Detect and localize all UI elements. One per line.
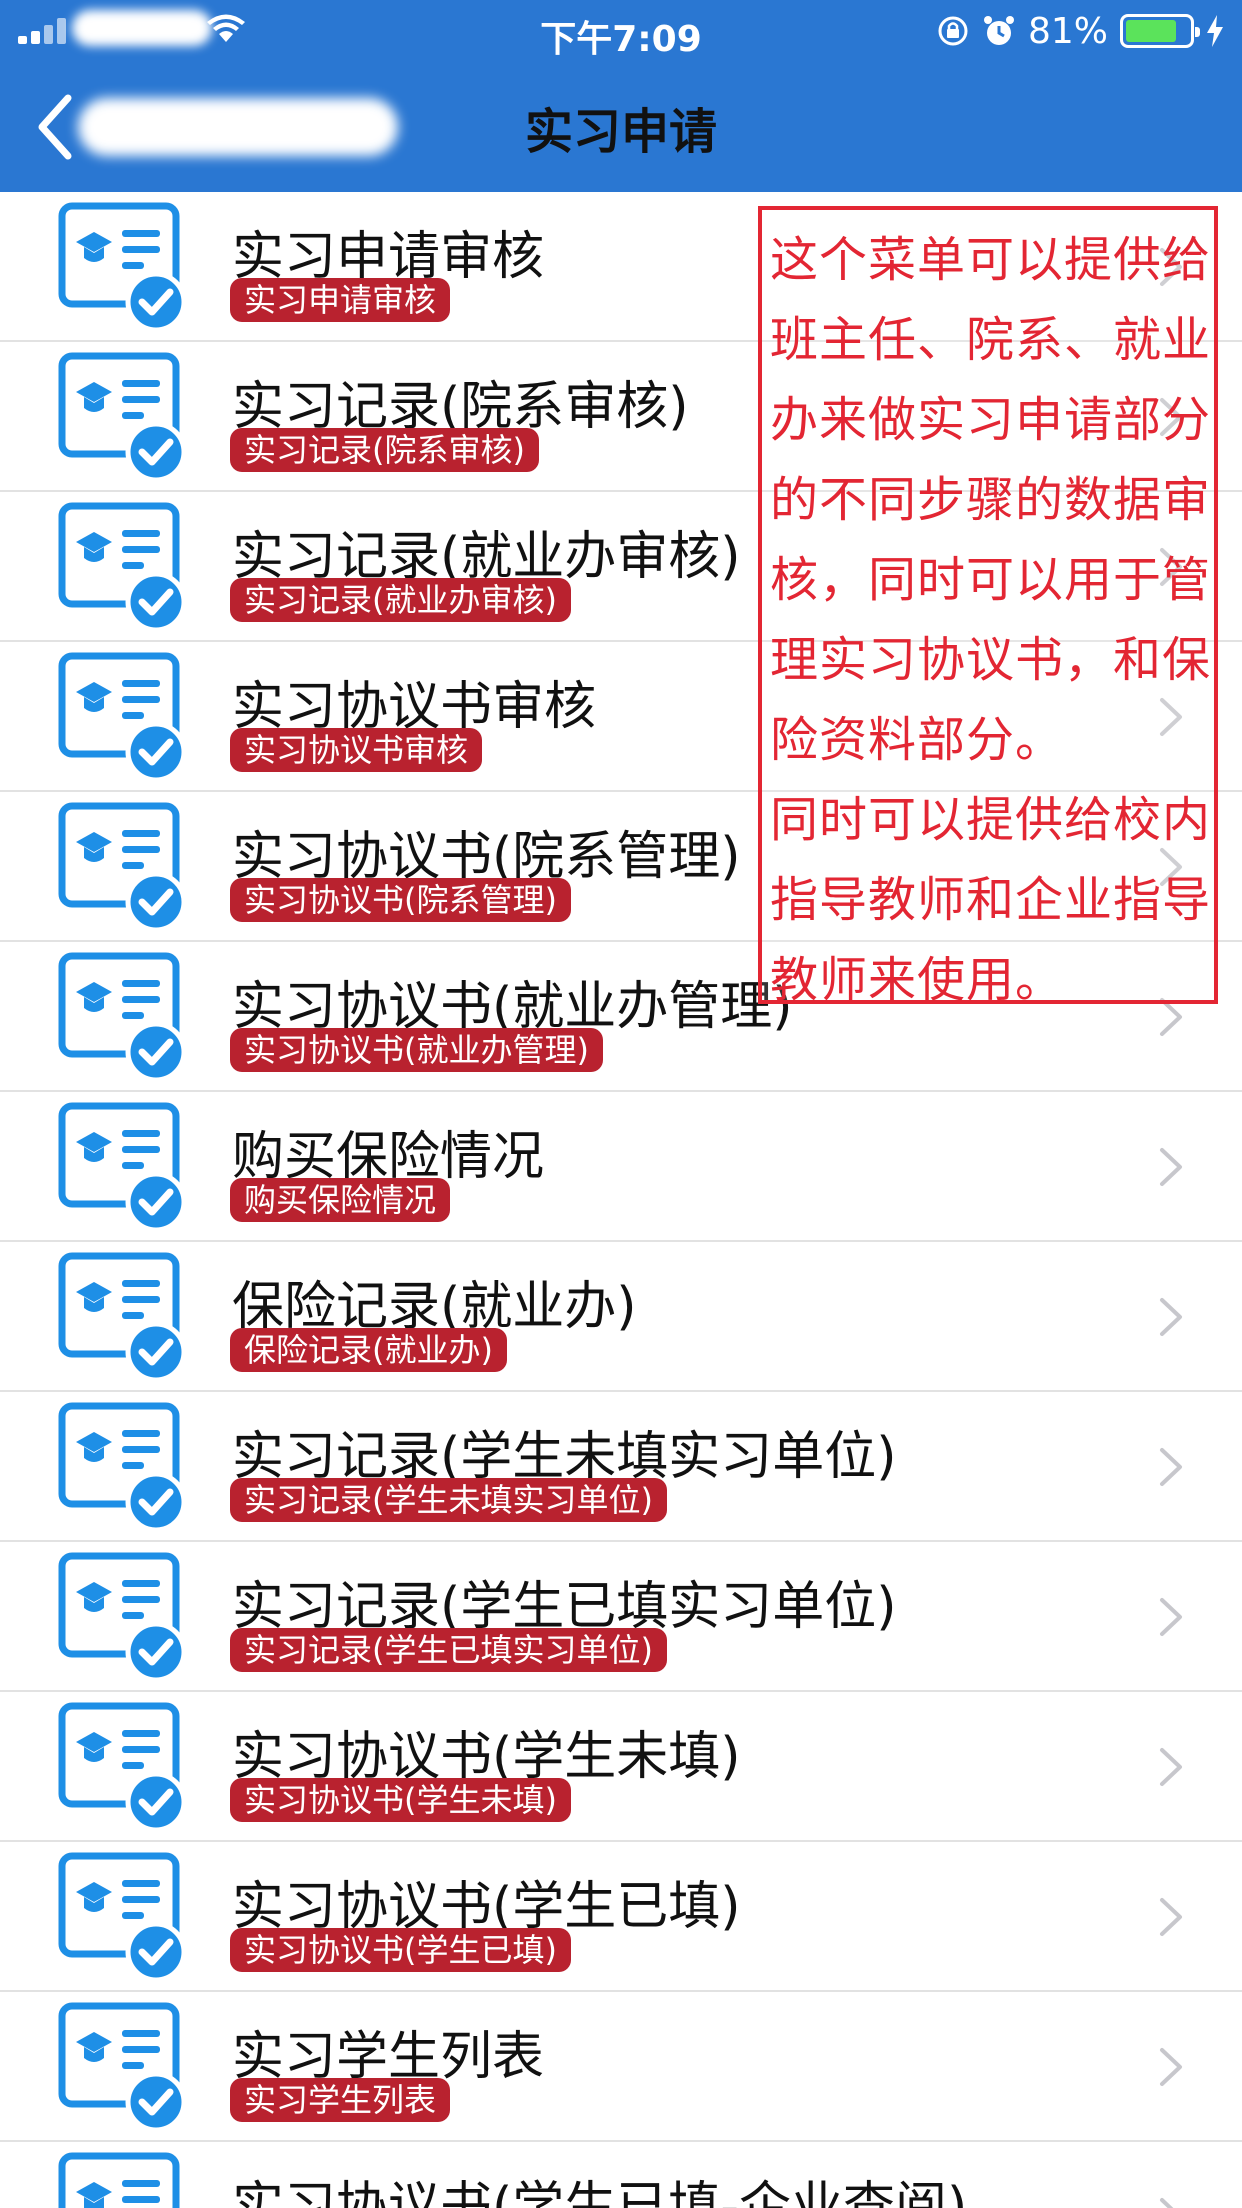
chevron-right-icon: [1160, 2048, 1182, 2086]
menu-item-title: 实习协议书(学生已填-企业查阅): [232, 2177, 968, 2208]
certificate-check-icon: [56, 2000, 190, 2134]
certificate-check-icon: [56, 1250, 190, 1384]
rotation-lock-icon: [938, 16, 968, 46]
menu-item-badge: 实习协议书(学生未填): [230, 1778, 571, 1822]
certificate-check-icon: [56, 1400, 190, 1534]
chevron-right-icon: [1160, 1598, 1182, 1636]
header: 下午7:09 81% 实习申请: [0, 0, 1242, 192]
chevron-right-icon: [1160, 1148, 1182, 1186]
certificate-check-icon: [56, 200, 190, 334]
menu-item-badge: 实习协议书审核: [230, 728, 483, 772]
menu-item-badge: 实习记录(学生未填实习单位): [230, 1478, 667, 1522]
chevron-right-icon: [1160, 2198, 1174, 2208]
annotation-line: 办来做实习申请部分: [770, 392, 1212, 448]
menu-item-badge: 实习记录(学生已填实习单位): [230, 1628, 667, 1672]
menu-item-badge: 实习记录(就业办审核): [230, 578, 571, 622]
annotation-line: 指导教师和企业指导: [770, 872, 1212, 928]
menu-item[interactable]: 实习学生列表 实习学生列表: [0, 1992, 1242, 2142]
menu-item[interactable]: 购买保险情况 购买保险情况: [0, 1092, 1242, 1242]
chevron-right-icon: [1160, 1448, 1182, 1486]
menu-item-badge: 实习申请审核: [230, 278, 451, 322]
menu-item-badge: 实习记录(院系审核): [230, 428, 539, 472]
nav-bar: 实习申请: [0, 62, 1242, 192]
battery-icon: [1120, 14, 1200, 48]
status-bar: 下午7:09 81%: [0, 0, 1242, 62]
battery-percent: 81%: [1027, 10, 1108, 52]
charging-bolt-icon: [1207, 15, 1223, 47]
alarm-icon: [983, 16, 1014, 45]
status-right: 81%: [936, 10, 1224, 52]
annotation-box: 这个菜单可以提供给 班主任、院系、就业 办来做实习申请部分 的不同步骤的数据审 核，同时…: [758, 206, 1218, 1008]
annotation-line: 理实习协议书，和保: [770, 632, 1212, 688]
certificate-check-icon: [56, 800, 190, 934]
certificate-check-icon: [56, 650, 190, 784]
certificate-check-icon: [56, 950, 190, 1084]
menu-item-badge: 实习协议书(院系管理): [230, 878, 571, 922]
certificate-check-icon: [56, 1550, 190, 1684]
annotation-line: 教师来使用。: [770, 952, 1065, 1008]
menu-item-badge: 实习协议书(就业办管理): [230, 1028, 603, 1072]
chevron-right-icon: [1160, 1748, 1182, 1786]
menu-item[interactable]: 实习记录(学生未填实习单位) 实习记录(学生未填实习单位): [0, 1392, 1242, 1542]
certificate-check-icon: [56, 1850, 190, 1984]
screen: 下午7:09 81% 实习申请 实习申请审核 实习申请审核 实习记录(院系审核)…: [0, 0, 1242, 2208]
certificate-check-icon: [56, 1100, 190, 1234]
annotation-line: 核，同时可以用于管: [770, 552, 1212, 608]
annotation-line: 的不同步骤的数据审: [770, 472, 1212, 528]
menu-item-badge: 购买保险情况: [230, 1178, 451, 1222]
annotation-line: 险资料部分。: [770, 712, 1065, 768]
menu-item[interactable]: 实习协议书(学生未填) 实习协议书(学生未填): [0, 1692, 1242, 1842]
menu-item-badge: 保险记录(就业办): [230, 1328, 507, 1372]
annotation-line: 班主任、院系、就业: [770, 312, 1212, 368]
certificate-check-icon: [56, 2150, 190, 2208]
menu-item[interactable]: 实习协议书(学生已填) 实习协议书(学生已填): [0, 1842, 1242, 1992]
certificate-check-icon: [56, 1700, 190, 1834]
certificate-check-icon: [56, 500, 190, 634]
menu-item-badge: 实习学生列表: [230, 2078, 451, 2122]
menu-item[interactable]: 实习协议书(学生已填-企业查阅): [0, 2142, 1242, 2208]
annotation-line: 同时可以提供给校内: [770, 792, 1212, 848]
page-title: 实习申请: [524, 104, 717, 160]
menu-item[interactable]: 保险记录(就业办) 保险记录(就业办): [0, 1242, 1242, 1392]
menu-item[interactable]: 实习记录(学生已填实习单位) 实习记录(学生已填实习单位): [0, 1542, 1242, 1692]
chevron-right-icon: [1160, 1898, 1182, 1936]
annotation-line: 这个菜单可以提供给: [770, 232, 1212, 288]
chevron-right-icon: [1160, 1298, 1182, 1336]
menu-item-badge: 实习协议书(学生已填): [230, 1928, 571, 1972]
certificate-check-icon: [56, 350, 190, 484]
